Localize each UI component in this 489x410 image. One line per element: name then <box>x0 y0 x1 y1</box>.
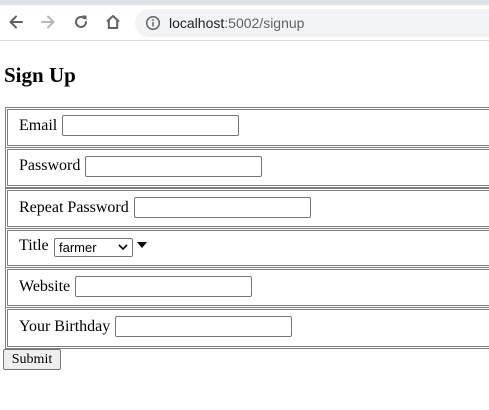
url-host: localhost <box>169 15 225 31</box>
home-button[interactable] <box>100 9 126 35</box>
form-row-repeat-password: Repeat Password <box>5 188 489 229</box>
back-arrow-icon <box>9 15 23 29</box>
repeat-password-label: Repeat Password <box>19 199 129 216</box>
page-title: Sign Up <box>4 63 76 87</box>
repeat-password-field[interactable] <box>134 197 311 218</box>
birthday-label: Your Birthday <box>19 318 111 335</box>
url-path: :5002/signup <box>224 15 305 31</box>
chevron-down-icon <box>118 244 128 251</box>
home-icon <box>106 15 120 29</box>
reload-icon <box>75 15 87 28</box>
dropdown-caret-icon <box>137 242 147 248</box>
birthday-field[interactable] <box>115 316 292 337</box>
title-select-value: farmer <box>59 240 97 255</box>
title-label: Title <box>19 237 49 254</box>
form-row-title: Title farmer <box>5 228 489 268</box>
email-label: Email <box>19 117 58 134</box>
password-label: Password <box>19 157 81 174</box>
website-field[interactable] <box>75 276 252 297</box>
info-icon[interactable] <box>145 15 161 31</box>
url-text: localhost:5002/signup <box>169 9 304 37</box>
password-field[interactable] <box>85 156 262 177</box>
forward-button[interactable] <box>35 9 61 35</box>
title-select[interactable]: farmer <box>54 238 133 257</box>
address-bar[interactable]: localhost:5002/signup <box>135 9 489 37</box>
browser-toolbar: localhost:5002/signup <box>0 5 489 41</box>
form-row-birthday: Your Birthday <box>5 307 489 349</box>
website-label: Website <box>19 278 71 295</box>
form-row-password: Password <box>5 147 489 188</box>
form-row-email: Email <box>5 107 489 148</box>
reload-button[interactable] <box>68 9 94 35</box>
back-button[interactable] <box>3 9 29 35</box>
email-field[interactable] <box>62 115 239 136</box>
form-row-website: Website <box>5 267 489 308</box>
submit-button[interactable]: Submit <box>3 349 61 370</box>
forward-arrow-icon <box>41 15 55 29</box>
